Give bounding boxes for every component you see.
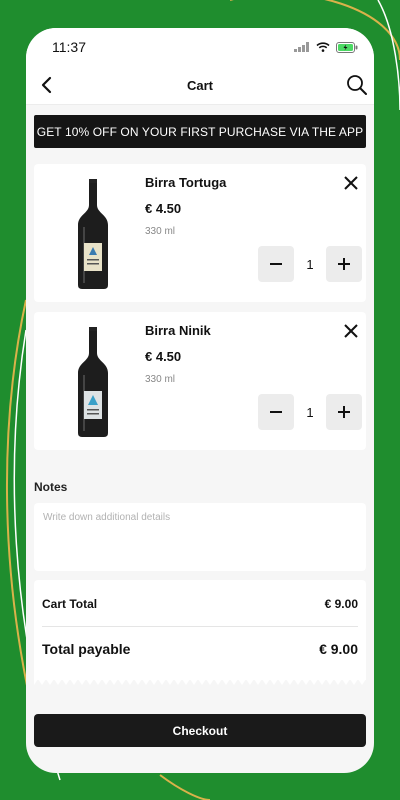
minus-icon (270, 411, 282, 413)
decrease-quantity-button[interactable] (258, 246, 294, 282)
product-volume: 330 ml (145, 226, 176, 237)
cart-total-row: Cart Total € 9.00 (42, 597, 358, 611)
total-payable-row: Total payable € 9.00 (42, 641, 358, 657)
status-icons (294, 41, 358, 53)
promo-banner[interactable]: GET 10% OFF ON YOUR FIRST PURCHASE VIA T… (34, 115, 366, 148)
product-image (78, 179, 108, 289)
divider (42, 626, 358, 627)
product-name: Birra Ninik (145, 323, 211, 338)
total-payable-label: Total payable (42, 641, 131, 657)
receipt-edge (34, 679, 366, 685)
quantity-value: 1 (306, 404, 314, 420)
checkout-button[interactable]: Checkout (34, 714, 366, 747)
page-title: Cart (186, 77, 213, 93)
cart-total-value: € 9.00 (324, 597, 358, 611)
product-name: Birra Tortuga (145, 175, 227, 190)
increase-quantity-button[interactable] (326, 246, 362, 282)
notes-field[interactable] (34, 503, 366, 571)
back-arrow-icon[interactable] (36, 74, 58, 96)
close-icon[interactable] (342, 322, 360, 340)
quantity-stepper: 1 (258, 246, 362, 282)
battery-icon (336, 41, 358, 53)
cart-item: Birra Ninik € 4.50 330 ml 1 (34, 312, 366, 450)
product-price: € 4.50 (145, 201, 182, 216)
decrease-quantity-button[interactable] (258, 394, 294, 430)
minus-icon (270, 263, 282, 265)
notes-label: Notes (34, 480, 68, 494)
total-payable-value: € 9.00 (319, 641, 358, 657)
signal-icon (294, 42, 309, 52)
quantity-stepper: 1 (258, 394, 362, 430)
plus-icon (338, 258, 350, 270)
product-volume: 330 ml (145, 374, 176, 385)
order-summary: Cart Total € 9.00 Total payable € 9.00 (34, 580, 366, 680)
search-icon[interactable] (346, 74, 368, 96)
top-bar: Cart (26, 66, 374, 105)
plus-icon (338, 406, 350, 418)
quantity-value: 1 (306, 256, 314, 272)
phone-screen: 11:37 Cart GET 10% OFF ON YOUR FIRST PUR… (26, 28, 374, 773)
cart-total-label: Cart Total (42, 597, 98, 611)
wifi-icon (316, 42, 330, 52)
cart-item: Birra Tortuga € 4.50 330 ml 1 (34, 164, 366, 302)
product-price: € 4.50 (145, 349, 182, 364)
status-bar: 11:37 (26, 28, 374, 66)
product-image (78, 327, 108, 437)
close-icon[interactable] (342, 174, 360, 192)
increase-quantity-button[interactable] (326, 394, 362, 430)
status-time: 11:37 (52, 39, 86, 55)
